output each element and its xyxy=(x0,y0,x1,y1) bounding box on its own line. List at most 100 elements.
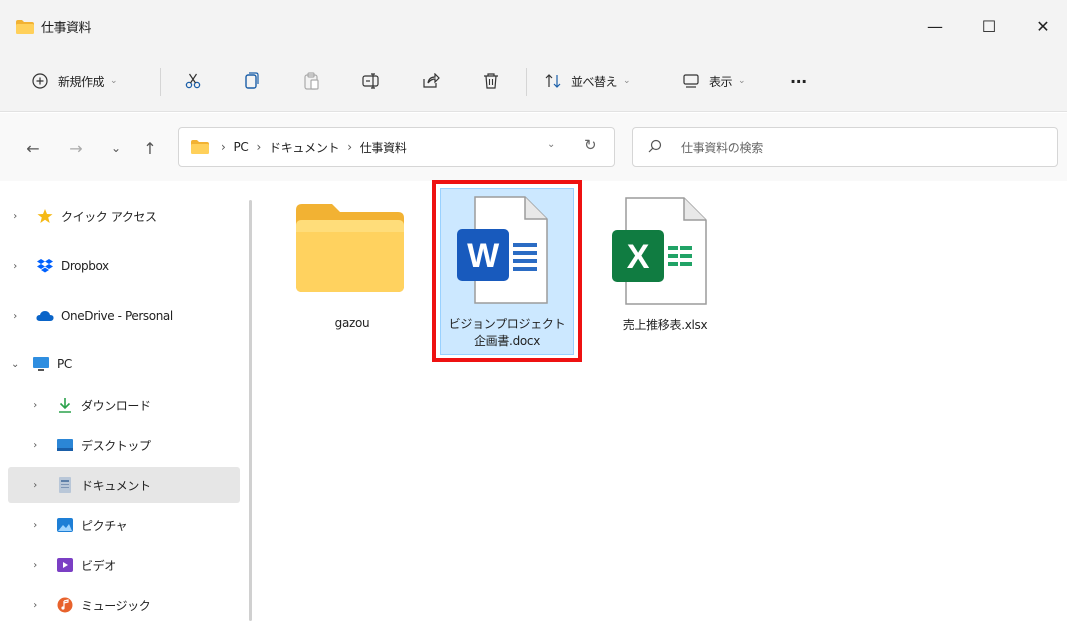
breadcrumb-item-pc[interactable]: PC xyxy=(234,140,249,154)
sidebar-item-downloads[interactable]: › ダウンロード xyxy=(8,387,240,423)
paste-icon xyxy=(304,72,320,90)
sidebar-item-label: ビデオ xyxy=(81,558,116,573)
sidebar-item-documents[interactable]: › ドキュメント xyxy=(8,467,240,503)
minimize-button[interactable]: — xyxy=(915,12,955,40)
file-item-folder[interactable]: gazou xyxy=(292,196,412,346)
sidebar-item-desktop[interactable]: › デスクトップ xyxy=(8,427,240,463)
excel-workbook-icon: X xyxy=(608,196,708,309)
sidebar-item-label: PC xyxy=(57,357,72,371)
share-button[interactable] xyxy=(422,50,440,112)
sort-label: 並べ替え xyxy=(571,74,618,89)
breadcrumb-separator: › xyxy=(256,140,262,154)
chevron-down-icon: ⌄ xyxy=(738,76,746,86)
more-options-button[interactable]: ··· xyxy=(790,50,807,112)
search-box[interactable]: 仕事資料の検索 xyxy=(632,127,1058,167)
file-name: gazou xyxy=(334,316,370,330)
sort-icon xyxy=(545,73,561,89)
sidebar-item-label: ダウンロード xyxy=(81,398,151,413)
breadcrumb-separator: › xyxy=(221,140,226,154)
chevron-down-icon: ⌄ xyxy=(623,76,631,86)
maximize-button[interactable]: ☐ xyxy=(969,12,1009,40)
rename-icon xyxy=(362,73,380,89)
sidebar-item-label: OneDrive - Personal xyxy=(61,309,173,323)
search-icon xyxy=(648,139,662,153)
sidebar-scrollbar[interactable] xyxy=(249,200,252,621)
sidebar-item-onedrive[interactable]: › OneDrive - Personal xyxy=(8,298,240,334)
chevron-down-icon[interactable]: ⌄ xyxy=(8,359,22,370)
navigation-pane: › クイック アクセス › Dropbox › OneDrive - Perso… xyxy=(0,182,250,621)
command-bar: 新規作成 ⌄ 並べ替え ⌄ 表示 ⌄ ··· xyxy=(0,50,1067,112)
chevron-right-icon[interactable]: › xyxy=(28,400,42,411)
pc-icon xyxy=(32,355,50,373)
chevron-right-icon[interactable]: › xyxy=(28,560,42,571)
forward-button[interactable]: → xyxy=(63,135,89,161)
folder-icon xyxy=(191,140,209,154)
chevron-right-icon[interactable]: › xyxy=(8,261,22,272)
music-icon xyxy=(56,596,74,614)
sort-button[interactable]: 並べ替え ⌄ xyxy=(545,50,631,112)
cut-icon xyxy=(184,72,202,90)
desktop-icon xyxy=(56,436,74,454)
back-button[interactable]: ← xyxy=(20,135,46,161)
copy-icon xyxy=(244,72,260,90)
sidebar-item-label: ミュージック xyxy=(81,598,151,613)
sidebar-item-videos[interactable]: › ビデオ xyxy=(8,547,240,583)
view-icon xyxy=(683,74,699,88)
file-name: 売上推移表.xlsx xyxy=(622,318,708,332)
view-label: 表示 xyxy=(709,74,733,89)
sidebar-item-music[interactable]: › ミュージック xyxy=(8,587,240,621)
breadcrumb-item-work-files[interactable]: 仕事資料 xyxy=(360,139,407,156)
divider xyxy=(160,68,161,96)
chevron-right-icon[interactable]: › xyxy=(8,211,22,222)
sidebar-item-label: ピクチャ xyxy=(81,518,128,533)
chevron-right-icon[interactable]: › xyxy=(28,600,42,611)
sidebar-item-pc[interactable]: ⌄ PC xyxy=(8,346,240,382)
share-icon xyxy=(422,73,440,89)
address-row: ← → ⌄ ↑ › PC › ドキュメント › 仕事資料 ⌄ ↻ 仕事資料の検索 xyxy=(0,113,1067,181)
file-item-excel-workbook[interactable]: X 売上推移表.xlsx xyxy=(600,190,730,350)
chevron-right-icon[interactable]: › xyxy=(28,440,42,451)
view-button[interactable]: 表示 ⌄ xyxy=(683,50,746,112)
breadcrumb-separator: › xyxy=(347,140,352,154)
copy-button[interactable] xyxy=(244,50,260,112)
chevron-right-icon[interactable]: › xyxy=(28,480,42,491)
chevron-down-icon: ⌄ xyxy=(110,76,118,86)
cut-button[interactable] xyxy=(184,50,202,112)
recent-locations-button[interactable]: ⌄ xyxy=(103,135,129,161)
rename-button[interactable] xyxy=(362,50,380,112)
chevron-down-icon[interactable]: ⌄ xyxy=(547,139,555,150)
sidebar-item-label: Dropbox xyxy=(61,259,109,273)
dropbox-icon xyxy=(36,257,54,275)
window-title: 仕事資料 xyxy=(41,21,92,36)
cloud-icon xyxy=(36,307,54,325)
sidebar-item-label: クイック アクセス xyxy=(61,209,157,224)
sidebar-item-dropbox[interactable]: › Dropbox xyxy=(8,248,240,284)
videos-icon xyxy=(56,556,74,574)
sidebar-item-label: ドキュメント xyxy=(81,478,151,493)
title-bar: 仕事資料 — ☐ ✕ xyxy=(0,0,1067,50)
breadcrumb: › PC › ドキュメント › 仕事資料 xyxy=(191,128,407,166)
close-button[interactable]: ✕ xyxy=(1023,12,1063,40)
address-bar[interactable]: › PC › ドキュメント › 仕事資料 ⌄ ↻ xyxy=(178,127,615,167)
highlight-box xyxy=(432,180,582,362)
search-input[interactable]: 仕事資料の検索 xyxy=(681,139,763,156)
documents-icon xyxy=(56,476,74,494)
up-button[interactable]: ↑ xyxy=(137,135,163,161)
chevron-right-icon[interactable]: › xyxy=(8,311,22,322)
svg-text:X: X xyxy=(627,238,650,276)
sidebar-item-pictures[interactable]: › ピクチャ xyxy=(8,507,240,543)
delete-icon xyxy=(483,72,499,90)
folder-icon xyxy=(16,20,34,34)
divider xyxy=(526,68,527,96)
star-icon xyxy=(36,207,54,225)
new-button-label: 新規作成 xyxy=(58,74,105,89)
folder-icon xyxy=(296,204,404,295)
new-button[interactable]: 新規作成 ⌄ xyxy=(32,50,118,112)
sidebar-item-quick-access[interactable]: › クイック アクセス xyxy=(8,198,240,234)
pictures-icon xyxy=(56,516,74,534)
refresh-icon[interactable]: ↻ xyxy=(584,136,597,154)
breadcrumb-item-documents[interactable]: ドキュメント xyxy=(269,139,340,156)
paste-button[interactable] xyxy=(304,50,320,112)
chevron-right-icon[interactable]: › xyxy=(28,520,42,531)
delete-button[interactable] xyxy=(483,50,499,112)
